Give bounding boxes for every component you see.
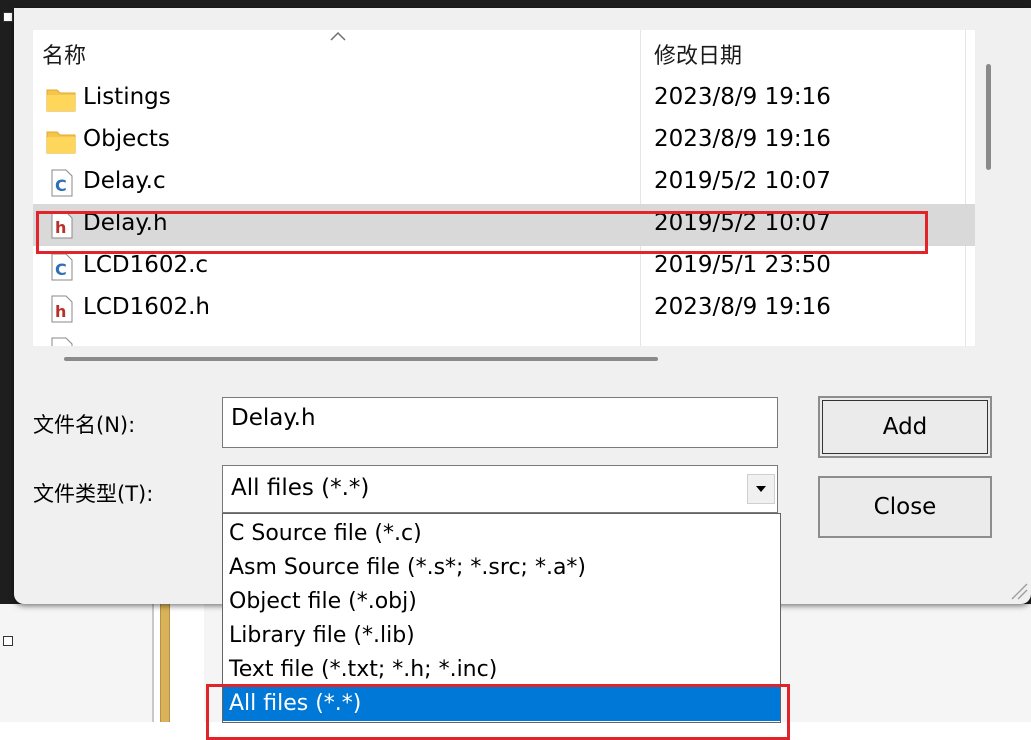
file-row[interactable]: Listings 2023/8/9 19:16 — [33, 78, 975, 120]
folder-icon — [46, 89, 76, 112]
file-icon — [51, 337, 73, 346]
filetype-option[interactable]: C Source file (*.c) — [223, 517, 780, 551]
file-date: 2019/5/2 10:07 — [654, 168, 831, 194]
file-name: Listings — [83, 84, 171, 110]
filename-input[interactable]: Delay.h — [222, 397, 778, 448]
file-name: Objects — [83, 126, 170, 152]
c-source-file-icon: C — [51, 169, 73, 197]
highlight-box — [206, 684, 790, 740]
svg-text:h: h — [55, 302, 66, 321]
folder-icon — [46, 131, 76, 154]
resize-grip-icon[interactable] — [1008, 580, 1028, 600]
filetype-option[interactable]: Asm Source file (*.s*; *.src; *.a*) — [223, 551, 780, 585]
add-button[interactable]: Add — [818, 396, 992, 458]
file-row[interactable]: C Delay.c 2019/5/2 10:07 — [33, 162, 975, 204]
resize-handle[interactable] — [3, 636, 13, 646]
file-name: LCD1602.c — [83, 252, 209, 278]
filename-label: 文件名(N): — [33, 413, 136, 437]
background-bar — [160, 604, 170, 722]
horizontal-scrollbar-thumb[interactable] — [64, 357, 658, 361]
chevron-down-icon — [756, 486, 766, 492]
column-header-name[interactable]: 名称 — [42, 38, 86, 70]
highlight-box — [36, 211, 928, 254]
file-row[interactable]: h LCD1602.h 2023/8/9 19:16 — [33, 288, 975, 330]
file-date: 2023/8/9 19:16 — [654, 126, 831, 152]
filetype-option[interactable]: Text file (*.txt; *.h; *.inc) — [223, 653, 780, 687]
close-button[interactable]: Close — [818, 476, 992, 538]
filetype-label: 文件类型(T): — [33, 482, 154, 506]
list-header: 名称 修改日期 — [33, 30, 975, 74]
h-header-file-icon: h — [51, 295, 73, 323]
c-source-file-icon: C — [51, 253, 73, 281]
vertical-scrollbar-thumb[interactable] — [986, 64, 991, 170]
file-row-partial[interactable] — [33, 330, 975, 346]
file-list[interactable]: 名称 修改日期 Listings 2023/8/9 19:16 Objects … — [33, 30, 975, 346]
filetype-selected-value: All files (*.*) — [231, 475, 370, 501]
file-row[interactable]: Objects 2023/8/9 19:16 — [33, 120, 975, 162]
filetype-option[interactable]: Object file (*.obj) — [223, 585, 780, 619]
filetype-select[interactable]: All files (*.*) — [222, 465, 778, 513]
chevron-up-icon — [330, 31, 346, 41]
svg-text:C: C — [55, 176, 67, 195]
filetype-option[interactable]: Library file (*.lib) — [223, 619, 780, 653]
column-header-date[interactable]: 修改日期 — [654, 38, 742, 70]
dropdown-button[interactable] — [747, 474, 775, 504]
file-name: Delay.c — [83, 168, 166, 194]
svg-text:C: C — [55, 260, 67, 279]
resize-handle[interactable] — [3, 12, 13, 22]
file-name: LCD1602.h — [83, 294, 211, 320]
file-date: 2023/8/9 19:16 — [654, 294, 831, 320]
file-date: 2019/5/1 23:50 — [654, 252, 831, 278]
file-date: 2023/8/9 19:16 — [654, 84, 831, 110]
